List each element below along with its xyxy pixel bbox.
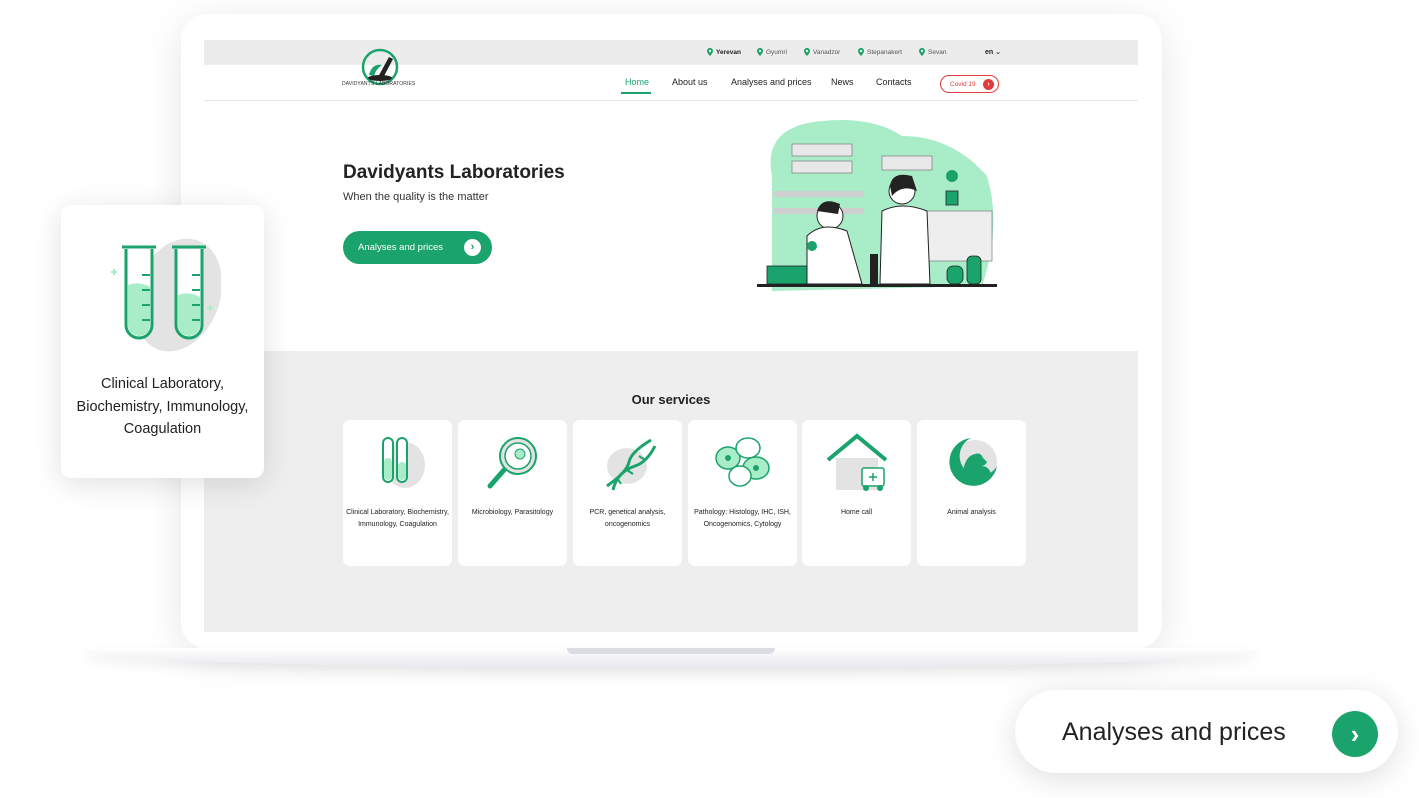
service-label: PCR, genetical analysis, oncogenomics <box>589 509 666 528</box>
city-label: Stepanakert <box>867 48 903 56</box>
home-ambulance-icon <box>826 433 888 491</box>
service-card-pathology[interactable]: Pathology: Histology, IHC, ISH, Oncogeno… <box>688 420 797 566</box>
location-pin-icon <box>804 48 810 56</box>
featured-service-card[interactable]: Clinical Laboratory, Biochemistry, Immun… <box>61 205 264 478</box>
location-pin-icon <box>919 48 925 56</box>
nav-home[interactable]: Home <box>625 77 649 87</box>
service-card-animal[interactable]: Animal analysis <box>917 420 1026 566</box>
city-label: Sevan <box>928 48 947 56</box>
service-label: Home call <box>840 509 873 516</box>
service-card-pcr[interactable]: PCR, genetical analysis, oncogenomics <box>573 420 682 566</box>
service-card-home-call[interactable]: Home call <box>802 420 911 566</box>
covid-label: Covid 19 <box>950 80 976 88</box>
location-pin-icon <box>707 48 713 56</box>
location-pin-icon <box>757 48 763 56</box>
main-nav: DAVIDYANTS LABORATORIES Home About us An… <box>204 48 1138 101</box>
featured-service-label: Clinical Laboratory, Biochemistry, Immun… <box>76 376 249 437</box>
test-tubes-icon <box>382 437 425 488</box>
dna-icon <box>606 438 657 491</box>
stage: Yerevan Gyumri Vanadzor Stepanakert Seva… <box>0 0 1419 798</box>
hero-title: Davidyants Laboratories <box>343 162 565 183</box>
nav-about-us[interactable]: About us <box>672 77 708 87</box>
city-vanadzor[interactable]: Vanadzor <box>804 48 840 56</box>
chevron-right-icon: › <box>983 79 994 90</box>
language-selector[interactable]: en ⌄ <box>985 48 1001 56</box>
chevron-right-icon[interactable]: › <box>1332 711 1378 757</box>
city-stepanakert[interactable]: Stepanakert <box>858 48 902 56</box>
nav-news[interactable]: News <box>831 77 854 87</box>
services-section: Our services Clinical Laboratory, Bioche… <box>204 351 1138 632</box>
service-label: Clinical Laboratory, Biochemistry, Immun… <box>346 509 449 528</box>
hero-button-label: Analyses and prices <box>358 242 444 253</box>
location-pin-icon <box>858 48 864 56</box>
magnifier-icon <box>487 437 537 489</box>
chevron-right-icon: › <box>464 239 481 256</box>
logo-text: DAVIDYANTS LABORATORIES <box>342 81 416 87</box>
cells-icon <box>715 437 770 487</box>
lab-scientists-illustration <box>757 120 997 291</box>
laptop-notch <box>567 648 775 654</box>
city-label: Yerevan <box>716 48 741 56</box>
service-label: Animal analysis <box>947 509 996 516</box>
city-gyumri[interactable]: Gyumri <box>757 48 787 56</box>
hero-analyses-button[interactable]: Analyses and prices › <box>343 231 492 264</box>
nav-analyses-prices[interactable]: Analyses and prices <box>731 77 812 87</box>
nav-active-indicator <box>621 92 651 94</box>
services-title: Our services <box>631 392 711 407</box>
city-label: Gyumri <box>766 48 787 56</box>
city-yerevan[interactable]: Yerevan <box>707 48 741 56</box>
city-label: Vanadzor <box>813 48 841 56</box>
service-label: Microbiology, Parasitology <box>471 509 554 516</box>
covid-button[interactable]: Covid 19 › <box>940 75 999 93</box>
nav-contacts[interactable]: Contacts <box>876 77 912 87</box>
service-card-clinical[interactable]: Clinical Laboratory, Biochemistry, Immun… <box>343 420 452 566</box>
hero-subtitle: When the quality is the matter <box>343 191 489 203</box>
city-sevan[interactable]: Sevan <box>919 48 946 56</box>
floating-button-label: Analyses and prices <box>1062 718 1286 746</box>
website-screen: Yerevan Gyumri Vanadzor Stepanakert Seva… <box>204 40 1138 632</box>
animal-icon <box>949 438 997 486</box>
service-card-microbiology[interactable]: Microbiology, Parasitology <box>458 420 567 566</box>
service-label: Pathology: Histology, IHC, ISH, Oncogeno… <box>694 509 791 528</box>
test-tubes-icon <box>111 238 221 352</box>
